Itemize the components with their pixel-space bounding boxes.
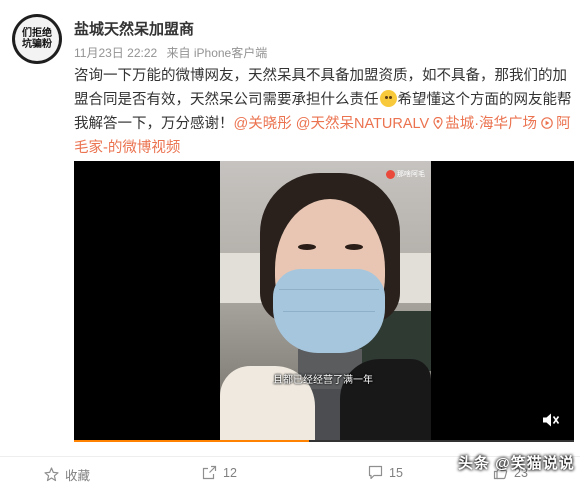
watermark-logo-icon bbox=[386, 169, 395, 179]
video-player[interactable]: 那啥阿毛 且都已经经营了满一年 bbox=[74, 161, 574, 442]
video-person-eye bbox=[298, 244, 316, 250]
video-person-eye bbox=[345, 244, 363, 250]
comment-count: 15 bbox=[389, 465, 403, 480]
video-watermark: 那啥阿毛 bbox=[386, 169, 425, 179]
comment-icon bbox=[368, 465, 383, 480]
post-date[interactable]: 11月23日 22:22 bbox=[74, 46, 157, 60]
smile-emoji-icon bbox=[379, 90, 397, 107]
post-source: 来自 iPhone客户端 bbox=[166, 46, 268, 60]
brand-watermark: 头条 @笑猫说说 bbox=[458, 455, 575, 472]
repost-icon bbox=[202, 465, 217, 480]
avatar-text-line1: 们拒绝 bbox=[22, 28, 52, 39]
avatar[interactable]: 们拒绝 坑骗粉 bbox=[12, 14, 62, 64]
post-meta: 11月23日 22:22 来自 iPhone客户端 bbox=[74, 44, 273, 61]
video-person-mask bbox=[273, 269, 385, 353]
location-pin-icon bbox=[433, 117, 443, 129]
mention-link[interactable]: @关晓彤 bbox=[234, 116, 292, 132]
repost-button[interactable]: 12 bbox=[202, 465, 237, 480]
username[interactable]: 盐城天然呆加盟商 bbox=[74, 18, 194, 39]
post-text: 咨询一下万能的微博网友，天然呆具不具备加盟资质，如不具备，那我们的加盟合同是否有… bbox=[74, 64, 574, 160]
video-progress-fill bbox=[74, 440, 309, 442]
repost-count: 12 bbox=[223, 465, 237, 480]
avatar-image: 们拒绝 坑骗粉 bbox=[15, 17, 59, 61]
video-play-icon bbox=[541, 117, 553, 129]
watermark-text: 那啥阿毛 bbox=[397, 171, 425, 178]
video-frame: 那啥阿毛 且都已经经营了满一年 bbox=[220, 161, 431, 442]
comment-button[interactable]: 15 bbox=[368, 465, 403, 480]
mention-link[interactable]: @天然呆NATURALV bbox=[296, 116, 429, 132]
avatar-text-line2: 坑骗粉 bbox=[22, 39, 52, 50]
location-link[interactable]: 盐城·海华广场 bbox=[433, 116, 537, 132]
mute-icon[interactable] bbox=[542, 412, 560, 428]
star-icon bbox=[44, 467, 59, 482]
video-subtitle: 且都已经经营了满一年 bbox=[273, 375, 373, 386]
favorite-label: 收藏 bbox=[65, 469, 91, 483]
video-progress-bar[interactable] bbox=[74, 440, 574, 442]
location-label: 盐城·海华广场 bbox=[445, 116, 538, 132]
favorite-button[interactable]: 收藏 bbox=[44, 465, 90, 484]
